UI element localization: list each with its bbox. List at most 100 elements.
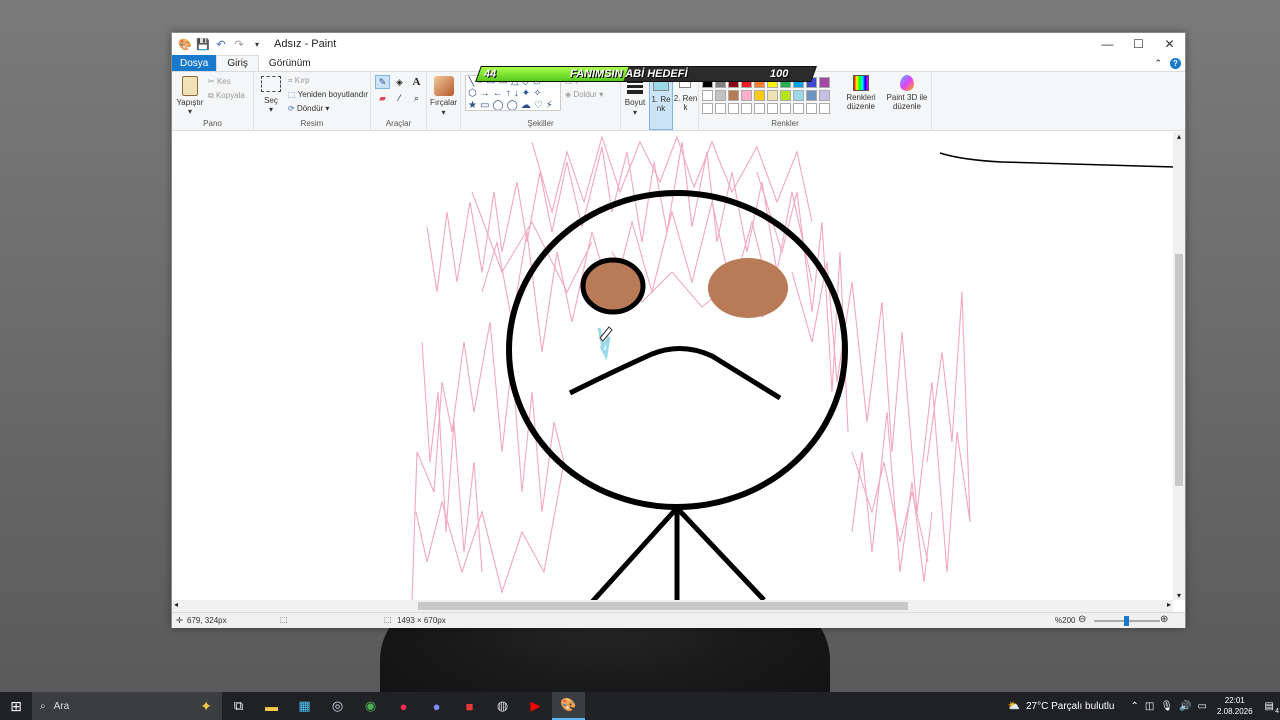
customize-quick-access-icon[interactable]: ▾ xyxy=(250,37,264,51)
color-swatch[interactable] xyxy=(702,90,713,101)
edit-colors-label: Renkleri düzenle xyxy=(846,93,876,111)
scroll-down-icon[interactable]: ▾ xyxy=(1173,591,1185,600)
color-swatch[interactable] xyxy=(806,103,817,114)
discord-icon[interactable]: ● xyxy=(420,692,453,720)
image-group-label: Resim xyxy=(300,119,324,128)
color-swatch[interactable] xyxy=(728,103,739,114)
zoom-slider[interactable] xyxy=(1094,616,1160,626)
zoom-slider-thumb[interactable] xyxy=(1124,616,1129,626)
red-app-icon[interactable]: ■ xyxy=(453,692,486,720)
clock[interactable]: 22:01 2.08.2026 xyxy=(1217,695,1253,717)
scroll-up-icon[interactable]: ▴ xyxy=(1173,132,1185,141)
steam-icon[interactable]: ◎ xyxy=(321,692,354,720)
tray-overflow-icon[interactable]: ⌃ xyxy=(1131,701,1139,712)
scroll-right-icon[interactable]: ▸ xyxy=(1167,600,1171,609)
task-view-icon[interactable]: ⧉ xyxy=(222,692,255,720)
color-picker-tool[interactable]: ⁄ xyxy=(392,91,407,105)
color-swatch[interactable] xyxy=(780,103,791,114)
magnifier-tool[interactable]: ⌕ xyxy=(409,91,424,105)
paint-taskbar-icon[interactable]: 🎨 xyxy=(552,692,585,720)
notification-count: 4 xyxy=(1275,707,1279,715)
color-swatch[interactable] xyxy=(715,90,726,101)
color-swatch[interactable] xyxy=(780,90,791,101)
paint3d-button[interactable]: Paint 3D ile düzenle xyxy=(885,75,929,111)
stray-line xyxy=(939,152,1176,168)
save-icon[interactable]: 💾 xyxy=(196,37,210,51)
collapse-ribbon-icon[interactable]: ⌃ xyxy=(1154,58,1162,69)
shapes-row-2: ⬡→←↑↓✦✧ xyxy=(468,88,545,99)
volume-icon[interactable]: 🔊 xyxy=(1179,701,1191,712)
eraser-tool[interactable]: ▰ xyxy=(375,91,390,105)
edit-colors-button[interactable]: Renkleri düzenle xyxy=(843,75,879,111)
size-dropdown-icon: ▾ xyxy=(632,108,637,117)
crop-button[interactable]: ⌗ Kırp xyxy=(288,76,309,86)
help-icon[interactable]: ? xyxy=(1170,57,1181,69)
fill-button[interactable]: ◈ Doldur ▾ xyxy=(565,90,603,99)
file-explorer-icon[interactable]: ▬ xyxy=(255,692,288,720)
copy-button[interactable]: ⧉ Kopyala xyxy=(208,91,245,101)
color-swatch[interactable] xyxy=(819,90,830,101)
paint3d-label: Paint 3D ile düzenle xyxy=(886,93,928,111)
color-swatch[interactable] xyxy=(806,90,817,101)
tab-view[interactable]: Görünüm xyxy=(259,55,321,71)
color-swatch[interactable] xyxy=(728,90,739,101)
color-swatch[interactable] xyxy=(819,77,830,88)
maximize-button[interactable]: ☐ xyxy=(1123,33,1154,55)
brushes-group[interactable]: Fırçalar ▾ xyxy=(427,72,461,130)
tab-home[interactable]: Giriş xyxy=(216,55,259,71)
select-button[interactable]: Seç ▾ xyxy=(258,76,284,114)
color-swatch[interactable] xyxy=(741,103,752,114)
store-icon[interactable]: ▦ xyxy=(288,692,321,720)
file-menu[interactable]: Dosya xyxy=(172,55,217,71)
cut-button[interactable]: ✂ Kes xyxy=(208,77,231,86)
rotate-button[interactable]: ⟳ Döndür ▾ xyxy=(288,104,329,113)
color-swatch[interactable] xyxy=(767,90,778,101)
youtube-icon[interactable]: ▶ xyxy=(519,692,552,720)
vertical-scrollbar[interactable]: ▴ ▾ xyxy=(1173,132,1185,600)
copy-label: Kopyala xyxy=(215,91,245,100)
redo-icon[interactable]: ↷ xyxy=(232,37,246,51)
color-swatch[interactable] xyxy=(715,103,726,114)
select-icon xyxy=(261,76,281,92)
color-swatch[interactable] xyxy=(793,103,804,114)
paste-label: Yapıştır xyxy=(176,98,204,107)
drawing-canvas[interactable] xyxy=(172,132,1185,600)
chrome-icon[interactable]: ◉ xyxy=(354,692,387,720)
text-tool[interactable]: A xyxy=(409,75,424,89)
color-swatch[interactable] xyxy=(767,103,778,114)
vertical-scroll-thumb[interactable] xyxy=(1175,254,1183,486)
weather-icon[interactable]: ⛅ xyxy=(1008,701,1020,712)
color-swatch[interactable] xyxy=(754,103,765,114)
horizontal-scroll-thumb[interactable] xyxy=(418,602,908,610)
notification-icon[interactable]: ▤ 4 xyxy=(1265,701,1279,715)
weather-text[interactable]: 27°C Parçalı bulutlu xyxy=(1026,701,1115,712)
color-swatch[interactable] xyxy=(793,90,804,101)
color-swatch[interactable] xyxy=(819,103,830,114)
color-swatch[interactable] xyxy=(754,90,765,101)
color-palette[interactable] xyxy=(702,77,830,114)
obs-icon[interactable]: ◍ xyxy=(486,692,519,720)
search-box[interactable]: ⌕ Ara ✦ xyxy=(32,692,222,720)
pencil-tool[interactable]: ✎ xyxy=(375,75,390,89)
zoom-out-icon[interactable]: ⊖ xyxy=(1078,614,1086,625)
start-button[interactable]: ⊞ xyxy=(0,692,32,720)
zoom-in-icon[interactable]: ⊕ xyxy=(1160,614,1168,625)
canvas-size: 1493 × 670px xyxy=(397,616,446,625)
fill-tool[interactable]: ◈ xyxy=(392,75,407,89)
microphone-icon[interactable]: 🎙 xyxy=(1160,701,1173,712)
paste-button[interactable]: Yapıştır ▾ xyxy=(176,76,204,116)
search-icon: ⌕ xyxy=(40,700,46,712)
minimize-button[interactable]: — xyxy=(1092,33,1123,55)
color2-label: 2. Renk xyxy=(673,94,698,112)
network-icon[interactable]: ▭ xyxy=(1198,701,1207,712)
scroll-left-icon[interactable]: ◂ xyxy=(174,600,178,609)
paste-dropdown-icon: ▾ xyxy=(187,107,192,116)
opera-gx-icon[interactable]: ● xyxy=(387,692,420,720)
horizontal-scrollbar[interactable]: ◂ ▸ xyxy=(172,600,1173,612)
undo-icon[interactable]: ↶ xyxy=(214,37,228,51)
color-swatch[interactable] xyxy=(702,103,713,114)
resize-button[interactable]: ⬚ Yeniden boyutlandır xyxy=(288,90,368,99)
meet-now-icon[interactable]: ◫ xyxy=(1145,701,1154,712)
color-swatch[interactable] xyxy=(741,90,752,101)
close-button[interactable]: ✕ xyxy=(1154,33,1185,55)
